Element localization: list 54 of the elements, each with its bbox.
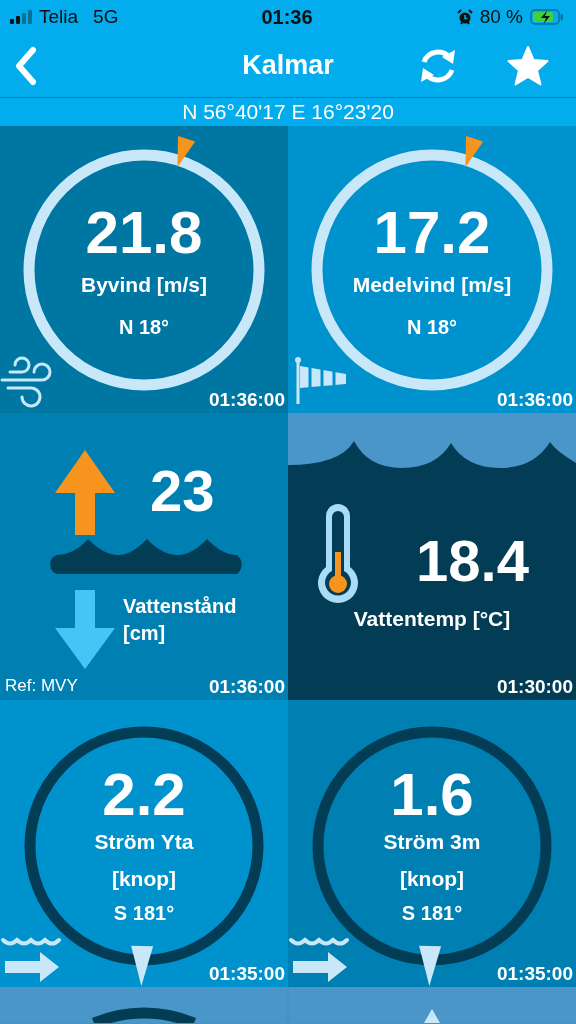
current-icon [289, 938, 349, 982]
unit-text: [knop] [111, 867, 177, 891]
rising-arrow-icon [55, 450, 115, 535]
timestamp: 01:30:00 [496, 676, 573, 698]
falling-arrow-icon [55, 590, 115, 669]
measurement-tile[interactable]: 21.8 Byvind [m/s] N 18° 01:36:00 [0, 126, 288, 413]
reading-label: Medelvind [m/s] [352, 273, 512, 297]
measurement-tile[interactable]: 23 Vattenstånd [cm] Ref: MVY 01:36:00 [0, 413, 288, 700]
reading-label: Vattentemp [°C] [353, 607, 511, 631]
clock-time: 01:36 [261, 5, 313, 29]
reading-label: Vattenstånd [cm] [123, 594, 238, 646]
thermometer-icon [318, 504, 358, 603]
coordinates-text: N 56°40'17 E 16°23'20 [182, 100, 394, 124]
reading-value: 21.8 [85, 198, 203, 267]
direction-text: S 181° [401, 902, 463, 925]
wind-icon [0, 356, 52, 408]
windsock-icon [295, 357, 346, 404]
measurement-tile[interactable]: 1.6 Ström 3m [knop] S 181° 01:35:00 [288, 700, 576, 987]
timestamp: 01:36:00 [496, 389, 573, 411]
reading-value: 1.6 [390, 760, 474, 829]
direction-text: S 181° [113, 902, 175, 925]
carrier-name: Telia [39, 6, 79, 28]
reading-label: Byvind [m/s] [81, 273, 207, 297]
favorite-button[interactable] [506, 44, 550, 87]
direction-marker [419, 945, 442, 986]
current-icon [1, 938, 61, 982]
alarm-icon [456, 9, 473, 25]
measurement-tile[interactable]: 18.4 Vattentemp [°C] 01:30:00 [288, 413, 576, 700]
timestamp: 01:36:00 [208, 676, 285, 698]
reference-text: Ref: MVY [5, 676, 78, 696]
back-button[interactable] [14, 45, 38, 86]
network-type: 5G [93, 6, 119, 28]
measurement-tile[interactable]: 17.2 Medelvind [m/s] N 18° 01:36:00 [288, 126, 576, 413]
reading-value: 23 [150, 457, 215, 524]
reading-value: 2.2 [102, 760, 186, 829]
direction-marker [177, 135, 196, 168]
battery-charging-icon [530, 9, 564, 25]
timestamp: 01:35:00 [208, 963, 285, 985]
station-title: Kalmar [242, 50, 334, 81]
reading-label: Ström 3m [383, 830, 481, 854]
reading-value: 18.4 [416, 527, 529, 594]
battery-percent: 80 % [479, 6, 523, 28]
direction-text: N 18° [118, 316, 170, 339]
signal-icon [10, 10, 32, 24]
reading-label: Ström Yta [94, 830, 194, 854]
direction-text: N 18° [406, 316, 458, 339]
measurement-tile[interactable]: 2.2 Ström Yta [knop] S 181° 01:35:00 [0, 700, 288, 987]
direction-marker [131, 945, 154, 986]
timestamp: 01:36:00 [208, 389, 285, 411]
direction-marker [465, 135, 484, 168]
unit-text: [knop] [399, 867, 465, 891]
timestamp: 01:35:00 [496, 963, 573, 985]
reading-value: 17.2 [373, 198, 491, 267]
water-wave-icon [50, 539, 242, 574]
